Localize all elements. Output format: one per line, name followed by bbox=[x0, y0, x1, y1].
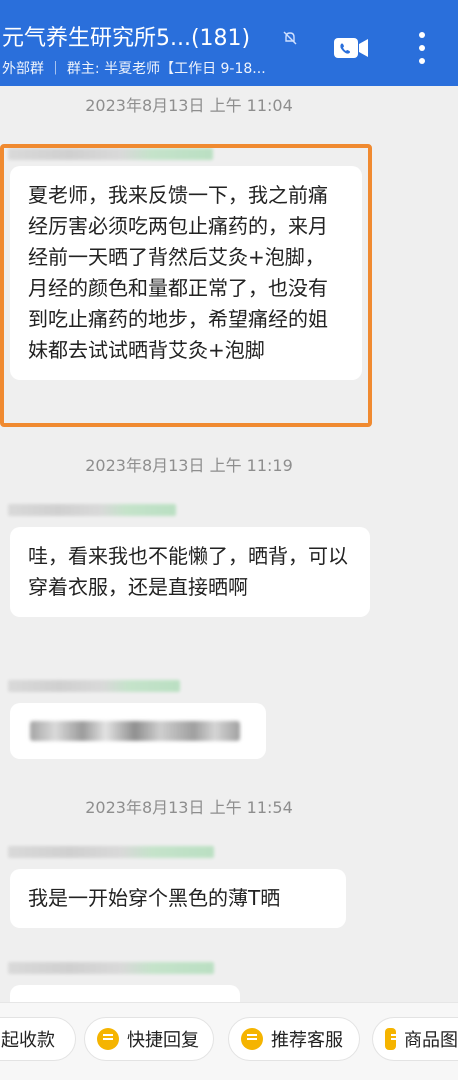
blurred-message-bubble[interactable] bbox=[10, 703, 266, 759]
message-bubble[interactable]: 哇，看来我也不能懒了，晒背，可以穿着衣服，还是直接晒啊 bbox=[10, 527, 370, 617]
product-image-chip[interactable]: 商品图 bbox=[372, 1017, 458, 1061]
chip-label: 推荐客服 bbox=[271, 1030, 343, 1051]
group-title[interactable]: 元气养生研究所5...(181) bbox=[2, 20, 250, 52]
recommend-service-chip[interactable]: 推荐客服 bbox=[228, 1017, 360, 1061]
quick-reply-chip[interactable]: 快捷回复 bbox=[84, 1017, 214, 1061]
message-bubble[interactable]: 我是一开始穿个黑色的薄T晒 bbox=[10, 869, 346, 928]
timestamp: 2023年8月13日 上午 11:19 bbox=[85, 456, 293, 475]
timestamp: 2023年8月13日 上午 11:04 bbox=[85, 96, 293, 115]
chip-label: 快捷回复 bbox=[127, 1030, 199, 1051]
sender-name-blurred bbox=[8, 680, 180, 692]
chip-label: 商品图 bbox=[404, 1030, 458, 1051]
chat-header: 元气养生研究所5...(181) 外部群 ｜ 群主: 半夏老师【工作日 9-18… bbox=[0, 0, 458, 86]
sender-name-blurred bbox=[8, 962, 214, 974]
collect-payment-chip[interactable]: 起收款 bbox=[0, 1017, 76, 1061]
mute-bell-icon bbox=[283, 31, 297, 45]
quick-reply-icon bbox=[97, 1028, 119, 1050]
chip-label: 起收款 bbox=[1, 1030, 55, 1051]
message-bubble[interactable]: 夏老师，我来反馈一下，我之前痛经厉害必须吃两包止痛药的，来月经前一天晒了背然后艾… bbox=[10, 166, 362, 380]
sender-name-blurred bbox=[8, 846, 214, 858]
product-icon bbox=[385, 1028, 401, 1050]
more-icon[interactable] bbox=[414, 30, 430, 66]
timestamp: 2023年8月13日 上午 11:54 bbox=[85, 798, 293, 817]
group-subtitle: 外部群 ｜ 群主: 半夏老师【工作日 9-18... bbox=[2, 61, 266, 77]
service-icon bbox=[241, 1028, 263, 1050]
quick-reply-bar: 起收款 快捷回复 推荐客服 商品图 bbox=[0, 1002, 458, 1080]
sender-name-blurred bbox=[8, 504, 176, 516]
video-call-icon[interactable] bbox=[333, 36, 369, 60]
